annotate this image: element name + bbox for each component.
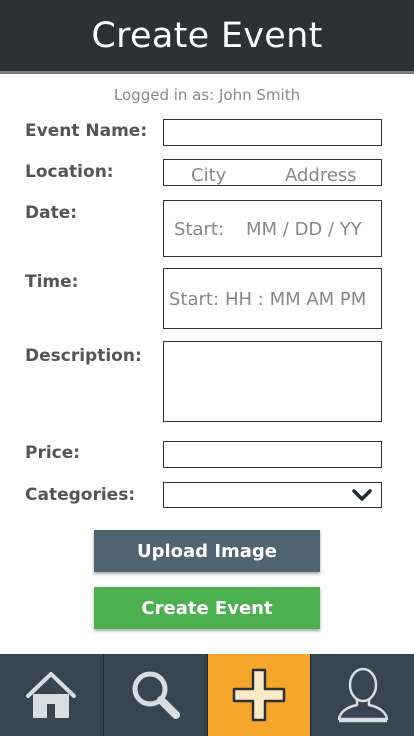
location-label: Location: xyxy=(25,162,114,182)
address-placeholder[interactable]: Address xyxy=(285,165,357,186)
upload-image-button[interactable]: Upload Image xyxy=(94,530,320,572)
date-input[interactable]: Start: MM / DD / YY xyxy=(163,200,382,257)
location-input[interactable]: City Address xyxy=(163,159,382,186)
date-placeholder[interactable]: MM / DD / YY xyxy=(246,219,362,240)
price-input[interactable] xyxy=(163,441,382,468)
time-start-label: Start: xyxy=(169,289,220,310)
date-label: Date: xyxy=(25,203,78,223)
categories-select[interactable] xyxy=(163,482,382,508)
page-title: Create Event xyxy=(91,15,323,56)
time-label: Time: xyxy=(25,272,79,292)
chevron-down-icon[interactable] xyxy=(352,489,372,502)
price-label: Price: xyxy=(25,443,81,463)
home-icon xyxy=(26,672,77,718)
nav-add[interactable] xyxy=(207,654,312,736)
bottom-nav xyxy=(0,654,414,736)
event-name-input[interactable] xyxy=(163,119,382,146)
event-name-label: Event Name: xyxy=(25,121,148,141)
search-icon xyxy=(132,671,181,719)
nav-search[interactable] xyxy=(103,654,208,736)
city-placeholder[interactable]: City xyxy=(191,165,226,186)
description-label: Description: xyxy=(25,346,142,366)
categories-label: Categories: xyxy=(25,485,136,505)
user-icon xyxy=(337,667,388,723)
logged-in-status: Logged in as: John Smith xyxy=(113,86,301,104)
time-input[interactable]: Start: HH : MM AM PM xyxy=(163,268,382,329)
plus-icon xyxy=(232,668,286,722)
date-start-label: Start: xyxy=(174,219,225,240)
description-textarea[interactable] xyxy=(163,341,382,422)
nav-profile[interactable] xyxy=(311,654,414,736)
time-placeholder[interactable]: HH : MM AM PM xyxy=(225,289,366,310)
nav-home[interactable] xyxy=(0,654,104,736)
app-header: Create Event xyxy=(0,0,414,74)
create-event-button[interactable]: Create Event xyxy=(94,587,320,629)
